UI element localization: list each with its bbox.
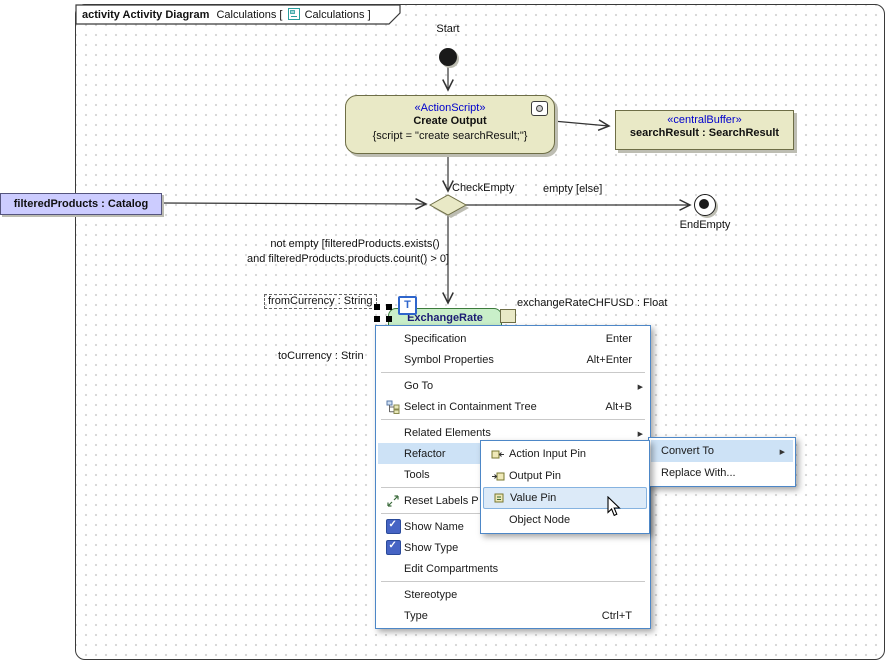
menu-item-label: Action Input Pin bbox=[509, 448, 586, 460]
output-pin-exchange-rate[interactable] bbox=[500, 309, 516, 323]
central-buffer-node[interactable]: «centralBuffer» searchResult : SearchRes… bbox=[615, 110, 794, 150]
menu-item-shortcut: Alt+B bbox=[605, 401, 640, 413]
menu-item-edit-compartments[interactable]: Edit Compartments bbox=[378, 558, 648, 579]
menu-item-symbol-properties[interactable]: Symbol Properties Alt+Enter bbox=[378, 349, 648, 370]
menu-item-action-input-pin[interactable]: Action Input Pin bbox=[483, 443, 647, 465]
menu-item-label: Show Type bbox=[404, 542, 640, 554]
guard-not-empty-line2[interactable]: and filteredProducts.products.count() > … bbox=[218, 253, 478, 265]
menu-item-label: Edit Compartments bbox=[404, 563, 640, 575]
action-create-output[interactable]: «ActionScript» Create Output {script = "… bbox=[345, 95, 555, 154]
refactor-submenu: Convert To Replace With... bbox=[648, 437, 796, 487]
menu-gutter bbox=[487, 469, 509, 483]
menu-item-type[interactable]: Type Ctrl+T bbox=[378, 605, 648, 626]
menu-gutter bbox=[382, 400, 404, 414]
action-script-text: {script = "create searchResult;"} bbox=[346, 130, 554, 142]
diagram-header: activity Activity Diagram Calculations [… bbox=[82, 8, 371, 21]
buffer-name: searchResult : SearchResult bbox=[616, 127, 793, 139]
diagram-icon bbox=[288, 8, 300, 20]
selection-handle[interactable] bbox=[374, 304, 380, 310]
menu-item-show-type[interactable]: Show Type bbox=[378, 537, 648, 558]
pin-label-to-currency[interactable]: toCurrency : Strin bbox=[278, 350, 364, 362]
menu-item-label: Convert To bbox=[655, 445, 780, 457]
value-pin-icon bbox=[492, 491, 506, 505]
menu-item-label: Go To bbox=[404, 380, 640, 392]
object-node-filtered-products[interactable]: filteredProducts : Catalog bbox=[0, 193, 162, 215]
menu-item-label: Stereotype bbox=[404, 589, 640, 601]
selection-handle[interactable] bbox=[386, 304, 392, 310]
menu-item-label: Replace With... bbox=[655, 467, 785, 479]
text-tool-button[interactable]: T bbox=[398, 296, 417, 315]
submenu-arrow-icon bbox=[638, 427, 643, 439]
menu-separator bbox=[381, 581, 645, 582]
diagram-header-keyword: activity Activity Diagram bbox=[82, 9, 209, 21]
menu-item-shortcut: Ctrl+T bbox=[602, 610, 640, 622]
menu-gutter bbox=[382, 494, 404, 508]
convert-to-submenu: Action Input Pin Output Pin Value Pin bbox=[480, 440, 650, 534]
application-canvas: activity Activity Diagram Calculations [… bbox=[0, 0, 889, 665]
mouse-cursor bbox=[607, 496, 623, 518]
end-node-label[interactable]: EndEmpty bbox=[674, 219, 736, 231]
menu-gutter bbox=[382, 540, 404, 555]
diagram-header-name: Calculations [ bbox=[216, 9, 282, 21]
menu-gutter bbox=[487, 447, 509, 461]
edge-create-output-to-buffer[interactable] bbox=[553, 121, 609, 126]
menu-item-shortcut: Enter bbox=[606, 333, 640, 345]
guard-not-empty-line1[interactable]: not empty [filteredProducts.exists() bbox=[225, 238, 485, 250]
menu-item-label: Type bbox=[404, 610, 588, 622]
menu-item-label: Output Pin bbox=[509, 470, 561, 482]
menu-gutter bbox=[382, 519, 404, 534]
checkbox-checked-icon[interactable] bbox=[386, 519, 401, 534]
diagram-header-bracket: Calculations ] bbox=[305, 9, 371, 21]
pin-label-from-currency[interactable]: fromCurrency : String bbox=[264, 294, 377, 309]
activity-final-node[interactable] bbox=[694, 194, 716, 216]
menu-item-label: Object Node bbox=[509, 514, 570, 526]
activity-final-dot bbox=[699, 199, 709, 209]
menu-separator bbox=[381, 419, 645, 420]
edge-filtered-products-to-decision[interactable] bbox=[160, 203, 426, 204]
menu-item-label: Value Pin bbox=[510, 492, 556, 504]
reset-labels-icon bbox=[386, 494, 400, 508]
checkbox-checked-icon[interactable] bbox=[386, 540, 401, 555]
output-pin-icon bbox=[491, 469, 505, 483]
menu-item-go-to[interactable]: Go To bbox=[378, 375, 648, 396]
menu-item-select-in-containment-tree[interactable]: Select in Containment Tree Alt+B bbox=[378, 396, 648, 417]
menu-item-label: Specification bbox=[404, 333, 592, 345]
menu-gutter bbox=[488, 491, 510, 505]
guard-empty-else[interactable]: empty [else] bbox=[543, 183, 602, 195]
menu-item-stereotype[interactable]: Stereotype bbox=[378, 584, 648, 605]
start-node-label[interactable]: Start bbox=[428, 23, 468, 35]
pin-label-exchange-rate-out[interactable]: exchangeRateCHFUSD : Float bbox=[517, 297, 667, 309]
menu-separator bbox=[381, 372, 645, 373]
menu-item-specification[interactable]: Specification Enter bbox=[378, 328, 648, 349]
action-name: Create Output bbox=[346, 115, 554, 127]
menu-item-label: Symbol Properties bbox=[404, 354, 572, 366]
menu-item-replace-with[interactable]: Replace With... bbox=[651, 462, 793, 484]
buffer-stereotype: «centralBuffer» bbox=[616, 114, 793, 126]
action-stereotype: «ActionScript» bbox=[346, 102, 554, 114]
menu-item-convert-to[interactable]: Convert To bbox=[651, 440, 793, 462]
menu-item-shortcut: Alt+Enter bbox=[586, 354, 640, 366]
script-badge-icon bbox=[531, 101, 548, 116]
submenu-arrow-icon bbox=[638, 380, 643, 392]
menu-item-output-pin[interactable]: Output Pin bbox=[483, 465, 647, 487]
submenu-arrow-icon bbox=[780, 445, 785, 457]
selection-handle[interactable] bbox=[374, 316, 380, 322]
action-input-pin-icon bbox=[491, 447, 505, 461]
menu-item-label: Related Elements bbox=[404, 427, 640, 439]
decision-label[interactable]: CheckEmpty bbox=[452, 182, 514, 194]
containment-tree-icon bbox=[386, 400, 400, 414]
initial-node[interactable] bbox=[439, 48, 457, 66]
selection-handle[interactable] bbox=[386, 316, 392, 322]
menu-item-label: Select in Containment Tree bbox=[404, 401, 591, 413]
